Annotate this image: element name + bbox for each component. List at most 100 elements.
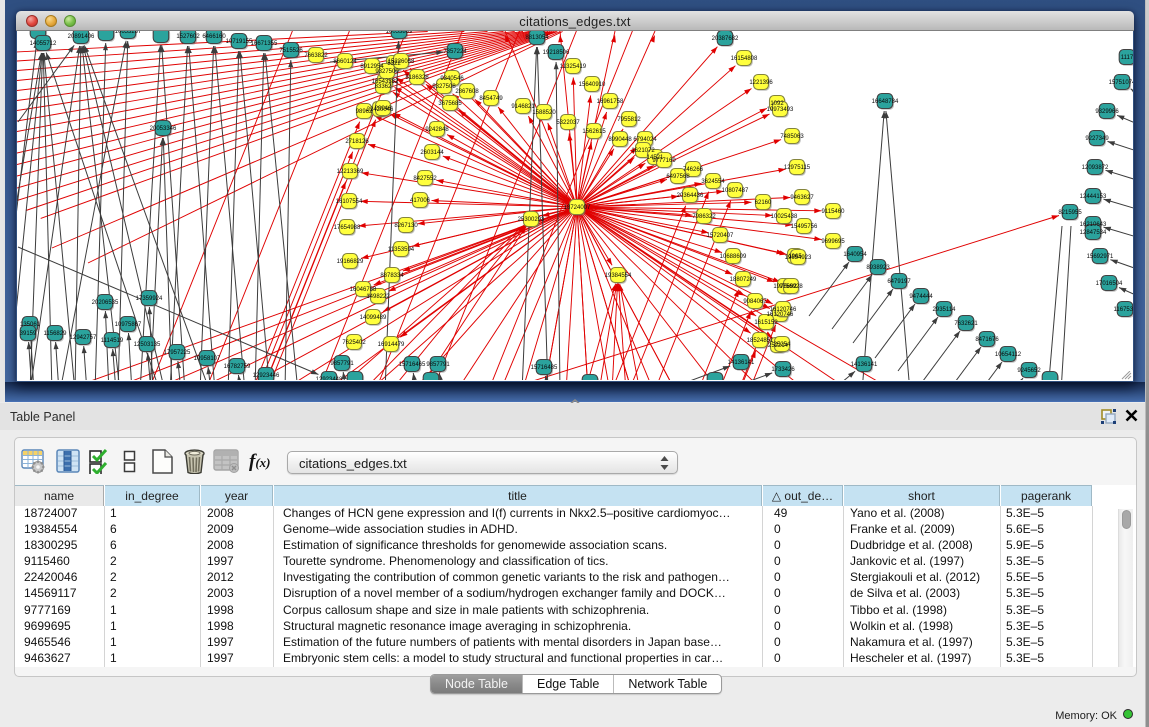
svg-text:20206535: 20206535 xyxy=(92,300,119,306)
svg-text:1498222: 1498222 xyxy=(366,294,390,300)
svg-text:12503135: 12503135 xyxy=(134,342,161,348)
svg-text:10958107: 10958107 xyxy=(194,356,221,362)
svg-text:9699695: 9699695 xyxy=(821,239,845,245)
svg-text:9242848: 9242848 xyxy=(425,127,449,133)
svg-text:3624554: 3624554 xyxy=(701,179,725,185)
svg-text:10654112: 10654112 xyxy=(995,352,1022,358)
svg-text:15716485: 15716485 xyxy=(531,365,558,371)
svg-text:17654988: 17654988 xyxy=(334,225,361,231)
svg-text:25254: 25254 xyxy=(774,342,791,348)
svg-text:7663822: 7663822 xyxy=(304,53,328,59)
svg-text:9084067: 9084067 xyxy=(743,299,767,305)
svg-text:11353594: 11353594 xyxy=(388,247,415,253)
svg-text:12975115: 12975115 xyxy=(784,165,811,171)
svg-text:1562615: 1562615 xyxy=(582,129,606,135)
svg-text:17016504: 17016504 xyxy=(1096,281,1123,287)
svg-text:9857791: 9857791 xyxy=(426,362,450,368)
svg-text:9474444: 9474444 xyxy=(909,294,933,300)
svg-text:14055712: 14055712 xyxy=(30,41,57,47)
svg-text:135061: 135061 xyxy=(20,322,41,328)
svg-text:25300293: 25300293 xyxy=(518,217,545,223)
svg-text:2603144: 2603144 xyxy=(420,150,444,156)
svg-text:20364436: 20364436 xyxy=(677,193,704,199)
svg-text:7986322: 7986322 xyxy=(692,214,716,220)
svg-text:9115460: 9115460 xyxy=(822,209,846,215)
svg-text:20891406: 20891406 xyxy=(68,34,95,40)
svg-text:7625402: 7625402 xyxy=(342,340,366,346)
svg-text:17957225: 17957225 xyxy=(164,350,191,356)
svg-text:18724007: 18724007 xyxy=(564,205,591,211)
svg-text:11325419: 11325419 xyxy=(560,64,587,70)
svg-text:1156829: 1156829 xyxy=(44,331,68,337)
svg-text:39159: 39159 xyxy=(20,331,37,337)
svg-text:10653267: 10653267 xyxy=(115,31,142,35)
svg-text:10975867: 10975867 xyxy=(115,322,142,328)
svg-text:12444153: 12444153 xyxy=(1080,194,1107,200)
svg-text:6466160: 6466160 xyxy=(202,34,226,40)
svg-text:15716465: 15716465 xyxy=(399,362,426,368)
svg-text:15640910: 15640910 xyxy=(579,82,606,88)
svg-text:7632621: 7632621 xyxy=(954,321,978,327)
svg-text:8990448: 8990448 xyxy=(608,137,632,143)
svg-text:6479197: 6479197 xyxy=(887,279,911,285)
svg-text:19218506: 19218506 xyxy=(543,50,570,56)
svg-text:15692971: 15692971 xyxy=(1087,254,1114,260)
svg-text:746266: 746266 xyxy=(683,167,704,173)
svg-text:19654923: 19654923 xyxy=(785,255,812,261)
svg-text:8471676: 8471676 xyxy=(975,337,999,343)
svg-text:15226058: 15226058 xyxy=(388,59,415,65)
svg-text:6497568: 6497568 xyxy=(666,174,690,180)
svg-text:8427552: 8427552 xyxy=(413,176,437,182)
svg-text:417006: 417006 xyxy=(410,198,431,204)
svg-text:20046: 20046 xyxy=(375,106,392,112)
svg-text:15720407: 15720407 xyxy=(707,233,734,239)
svg-text:12213369: 12213369 xyxy=(337,169,364,175)
svg-text:12847534: 12847534 xyxy=(1080,230,1107,236)
svg-text:12942757: 12942757 xyxy=(70,335,97,341)
svg-text:16107554: 16107554 xyxy=(336,199,363,205)
svg-text:10025438: 10025438 xyxy=(771,214,798,220)
svg-text:8267130: 8267130 xyxy=(394,223,418,229)
svg-text:16648784: 16648784 xyxy=(872,99,899,105)
svg-text:9463627: 9463627 xyxy=(790,195,814,201)
svg-text:16120746: 16120746 xyxy=(770,307,797,313)
svg-text:7515526: 7515526 xyxy=(279,48,303,54)
svg-text:62160: 62160 xyxy=(755,200,772,206)
svg-text:16210643: 16210643 xyxy=(1080,222,1107,228)
svg-text:19166829: 19166829 xyxy=(337,259,364,265)
svg-text:16154808: 16154808 xyxy=(731,56,758,62)
svg-text:16961758: 16961758 xyxy=(597,99,624,105)
svg-text:9777169: 9777169 xyxy=(652,158,676,164)
svg-text:14136141: 14136141 xyxy=(728,360,755,366)
svg-text:8813054: 8813054 xyxy=(525,35,549,41)
svg-text:16914479: 16914479 xyxy=(378,342,405,348)
svg-text:10719155: 10719155 xyxy=(226,39,253,45)
svg-text:9340546: 9340546 xyxy=(440,76,464,82)
svg-text:10807487: 10807487 xyxy=(722,188,749,194)
svg-text:2935114: 2935114 xyxy=(933,307,957,313)
svg-text:9245652: 9245652 xyxy=(1017,368,1041,374)
svg-text:10053809: 10053809 xyxy=(386,31,413,35)
svg-text:9227349: 9227349 xyxy=(1085,136,1109,142)
svg-text:20053346: 20053346 xyxy=(150,126,177,132)
svg-text:2867608: 2867608 xyxy=(455,89,479,95)
svg-text:1588520: 1588520 xyxy=(532,110,556,116)
svg-text:1114519: 1114519 xyxy=(101,338,124,344)
svg-text:19384554: 19384554 xyxy=(605,273,632,279)
svg-text:15495756: 15495756 xyxy=(791,224,818,230)
svg-text:16046788: 16046788 xyxy=(350,287,377,293)
svg-text:1640954: 1640954 xyxy=(843,252,867,258)
svg-text:1733426: 1733426 xyxy=(771,367,795,373)
svg-text:8186328: 8186328 xyxy=(405,75,429,81)
svg-text:8660124: 8660124 xyxy=(333,59,357,65)
svg-text:8454749: 8454749 xyxy=(479,96,503,102)
svg-text:1117: 1117 xyxy=(1121,55,1133,61)
svg-text:83362: 83362 xyxy=(375,84,392,90)
svg-text:9327508: 9327508 xyxy=(432,84,456,90)
svg-text:12093872: 12093872 xyxy=(1082,165,1109,171)
svg-text:8938923: 8938923 xyxy=(866,265,890,271)
svg-text:8878334: 8878334 xyxy=(380,273,404,279)
svg-text:10688609: 10688609 xyxy=(720,254,747,260)
svg-text:5322037: 5322037 xyxy=(556,120,580,126)
svg-text:7357224: 7357224 xyxy=(443,49,467,55)
